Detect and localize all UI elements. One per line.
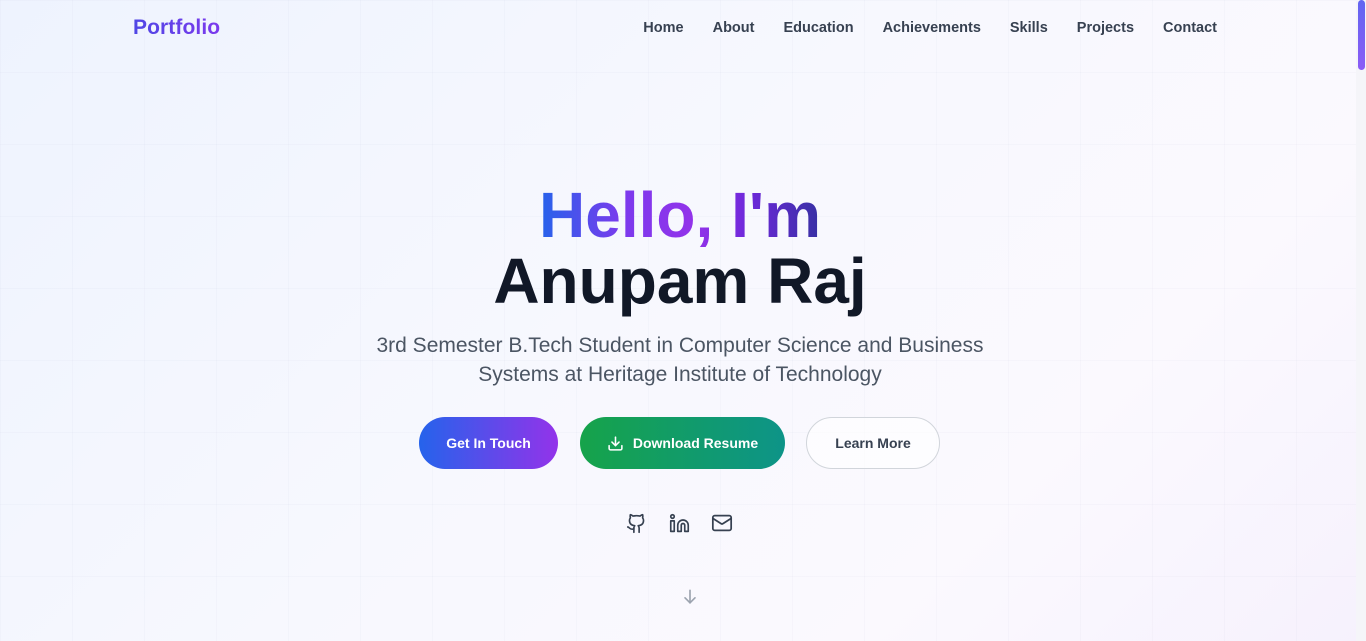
linkedin-icon[interactable]: [668, 512, 690, 534]
background-grid: [0, 0, 1356, 641]
scrollbar-thumb[interactable]: [1358, 0, 1365, 70]
get-in-touch-label: Get In Touch: [446, 435, 531, 451]
mail-icon[interactable]: [711, 512, 733, 534]
download-icon: [607, 435, 624, 452]
nav-link-skills[interactable]: Skills: [1010, 20, 1048, 36]
nav-links: Home About Education Achievements Skills…: [643, 20, 1217, 36]
hero-greeting-text: Hello, I'm: [539, 179, 821, 251]
learn-more-label: Learn More: [835, 435, 911, 451]
hero-tagline: 3rd Semester B.Tech Student in Computer …: [376, 334, 984, 386]
get-in-touch-button[interactable]: Get In Touch: [419, 417, 558, 469]
scrollbar[interactable]: [1356, 0, 1366, 641]
nav-link-education[interactable]: Education: [783, 20, 853, 36]
github-icon[interactable]: [625, 512, 647, 534]
hero-greeting: Hello, I'm: [0, 179, 1360, 251]
download-resume-button[interactable]: Download Resume: [580, 417, 785, 469]
page: Portfolio Home About Education Achieveme…: [0, 0, 1366, 641]
nav-link-projects[interactable]: Projects: [1077, 20, 1134, 36]
arrow-down-icon[interactable]: [680, 587, 700, 607]
nav-link-about[interactable]: About: [713, 20, 755, 36]
navbar: Portfolio Home About Education Achieveme…: [0, 0, 1356, 58]
brand-logo[interactable]: Portfolio: [133, 16, 220, 40]
hero-name: Anupam Raj: [493, 245, 867, 317]
nav-link-home[interactable]: Home: [643, 20, 683, 36]
nav-link-contact[interactable]: Contact: [1163, 20, 1217, 36]
nav-link-achievements[interactable]: Achievements: [883, 20, 981, 36]
learn-more-button[interactable]: Learn More: [806, 417, 940, 469]
download-resume-label: Download Resume: [632, 435, 759, 451]
